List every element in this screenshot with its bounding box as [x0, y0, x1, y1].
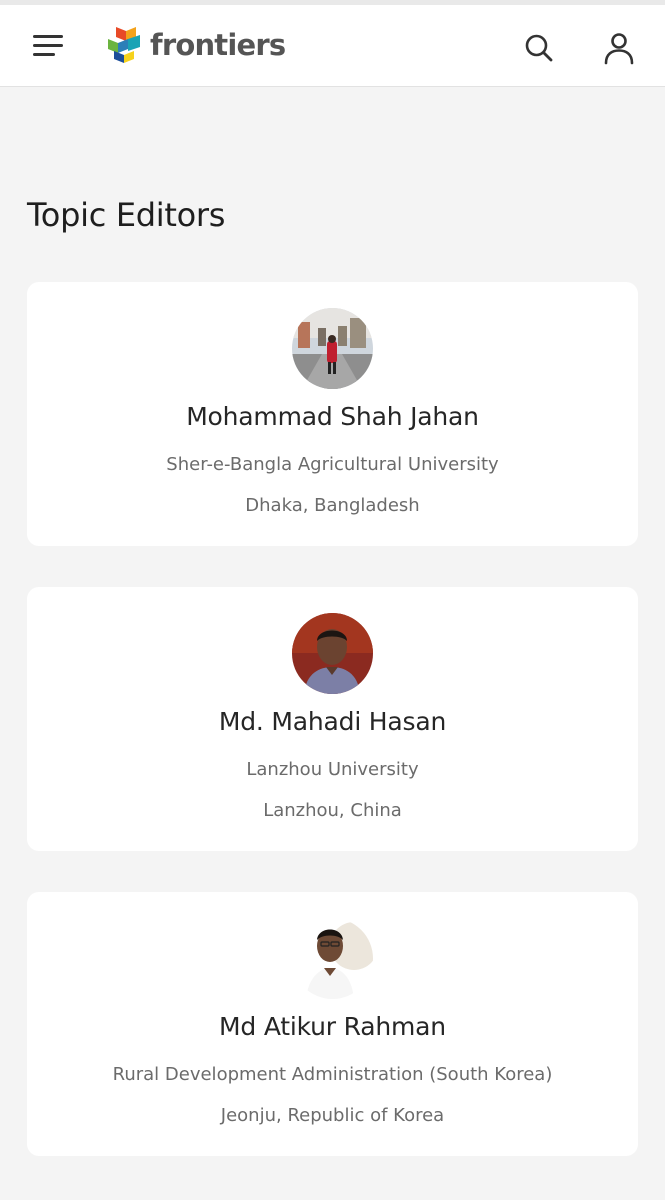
editor-card[interactable]: Mohammad Shah Jahan Sher-e-Bangla Agricu…: [27, 282, 638, 546]
editor-location: Dhaka, Bangladesh: [245, 495, 420, 516]
hamburger-menu-icon[interactable]: [24, 25, 72, 65]
search-icon[interactable]: [518, 27, 560, 69]
editor-avatar: [292, 918, 373, 999]
section-title: Topic Editors: [27, 196, 226, 234]
editor-card[interactable]: Md. Mahadi Hasan Lanzhou University Lanz…: [27, 587, 638, 851]
editor-affiliation: Sher-e-Bangla Agricultural University: [166, 454, 499, 475]
logo-text: frontiers: [150, 28, 286, 62]
editor-name: Md Atikur Rahman: [219, 1012, 446, 1041]
frontiers-logo[interactable]: frontiers: [106, 23, 286, 67]
editor-avatar: [292, 613, 373, 694]
editor-card-list: Mohammad Shah Jahan Sher-e-Bangla Agricu…: [27, 282, 638, 1197]
editor-affiliation: Lanzhou University: [246, 759, 419, 780]
editor-card[interactable]: Md Atikur Rahman Rural Development Admin…: [27, 892, 638, 1156]
frontiers-logo-icon: [108, 27, 140, 63]
editor-affiliation: Rural Development Administration (South …: [112, 1064, 553, 1085]
editor-name: Md. Mahadi Hasan: [218, 707, 447, 736]
user-account-icon[interactable]: [598, 27, 640, 69]
editor-location: Jeonju, Republic of Korea: [220, 1105, 445, 1126]
editor-location: Lanzhou, China: [263, 800, 402, 821]
site-header: frontiers: [0, 5, 665, 87]
editor-name: Mohammad Shah Jahan: [186, 402, 479, 431]
editor-avatar: [292, 308, 373, 389]
